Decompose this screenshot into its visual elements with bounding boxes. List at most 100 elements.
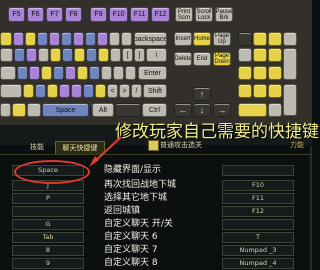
key[interactable] <box>95 84 106 98</box>
binding-key-slot-alt[interactable]: Numpad _3 <box>222 245 294 256</box>
binding-key-slot[interactable]: P <box>12 193 84 204</box>
key[interactable] <box>89 66 100 80</box>
key[interactable] <box>268 32 282 46</box>
key[interactable] <box>47 84 58 98</box>
key-space[interactable]: Space <box>42 103 89 117</box>
key-f11[interactable]: F11 <box>130 7 149 22</box>
key[interactable] <box>17 66 28 80</box>
key[interactable] <box>25 32 36 46</box>
key[interactable] <box>12 103 26 117</box>
binding-key-slot-alt[interactable]: F12 <box>222 206 294 217</box>
binding-key-slot[interactable]: G <box>12 219 84 230</box>
key[interactable] <box>0 103 11 117</box>
key[interactable] <box>83 84 94 98</box>
key[interactable] <box>268 48 282 62</box>
key[interactable] <box>29 66 40 80</box>
binding-key-slot-alt[interactable]: Numpad _4 <box>222 258 294 269</box>
key[interactable] <box>86 48 97 62</box>
key-comma[interactable]: < <box>107 84 118 98</box>
key[interactable] <box>0 84 22 98</box>
key-end[interactable]: End <box>193 52 211 66</box>
key-scroll-lock[interactable]: Scroll Lock <box>195 7 213 22</box>
binding-key-slot-alt[interactable]: T <box>222 232 294 243</box>
key-f8[interactable]: F8 <box>65 7 82 22</box>
key[interactable] <box>49 32 60 46</box>
key[interactable] <box>238 32 252 46</box>
key[interactable] <box>65 66 76 80</box>
key[interactable] <box>77 66 88 80</box>
key[interactable] <box>115 103 141 117</box>
binding-key-slot[interactable] <box>12 206 84 217</box>
key[interactable] <box>0 32 12 46</box>
key[interactable] <box>38 48 49 62</box>
key[interactable] <box>35 84 46 98</box>
key-page-down[interactable]: Page Down <box>213 52 231 66</box>
key[interactable] <box>268 66 282 80</box>
key-close-bracket[interactable]: ] <box>134 48 145 62</box>
key[interactable] <box>109 32 120 46</box>
key-down[interactable]: ↓ <box>193 103 211 117</box>
key-slash[interactable]: / <box>131 84 142 98</box>
key[interactable] <box>283 84 297 116</box>
key[interactable] <box>238 66 252 80</box>
key-page-up[interactable]: Page Up <box>213 32 231 46</box>
key[interactable] <box>13 32 24 46</box>
key[interactable] <box>121 32 132 46</box>
key[interactable] <box>27 103 41 117</box>
key[interactable] <box>53 66 64 80</box>
tab-skills[interactable]: 技能 <box>25 141 49 153</box>
key[interactable] <box>62 48 73 62</box>
key-insert[interactable]: Insert <box>174 32 192 46</box>
binding-key-slot[interactable]: Tab <box>12 232 84 243</box>
key[interactable] <box>74 48 85 62</box>
key[interactable] <box>238 103 267 117</box>
key-right[interactable]: → <box>213 103 231 117</box>
key[interactable] <box>268 84 282 98</box>
key[interactable] <box>0 66 16 80</box>
key[interactable] <box>253 66 267 80</box>
key[interactable] <box>26 48 37 62</box>
binding-key-slot-alt[interactable]: F10 <box>222 180 294 191</box>
key-f9[interactable]: F9 <box>90 7 107 22</box>
key-f6[interactable]: F6 <box>27 7 44 22</box>
key[interactable] <box>97 32 108 46</box>
key-ctrl[interactable]: Ctrl <box>142 103 167 117</box>
key-shift[interactable]: Shift <box>143 84 167 98</box>
key-pause-break[interactable]: Pause Brk <box>215 7 233 22</box>
key-f10[interactable]: F10 <box>109 7 128 22</box>
key[interactable] <box>238 84 252 98</box>
key-f5[interactable]: F5 <box>8 7 25 22</box>
binding-key-slot[interactable]: 8 <box>12 245 84 256</box>
key-open-bracket[interactable]: [ <box>122 48 133 62</box>
key[interactable] <box>253 84 267 98</box>
key-enter[interactable]: Enter <box>138 66 167 80</box>
key[interactable] <box>73 32 84 46</box>
key[interactable] <box>14 48 25 62</box>
key[interactable] <box>37 32 48 46</box>
key[interactable] <box>113 66 124 80</box>
key[interactable] <box>85 32 96 46</box>
key[interactable] <box>125 66 136 80</box>
key[interactable] <box>98 48 109 62</box>
key-f7[interactable]: F7 <box>46 7 63 22</box>
binding-key-slot-alt[interactable]: F11 <box>222 193 294 204</box>
key[interactable] <box>59 84 70 98</box>
key[interactable] <box>101 66 112 80</box>
binding-key-slot-alt[interactable] <box>222 219 294 230</box>
key-backspace[interactable]: backspace <box>134 32 167 46</box>
binding-key-slot-alt[interactable] <box>222 165 294 176</box>
key-alt[interactable]: Alt <box>92 103 114 117</box>
key[interactable] <box>268 103 282 117</box>
key[interactable] <box>283 32 297 46</box>
key[interactable] <box>41 66 52 80</box>
key-f12[interactable]: F12 <box>151 7 170 22</box>
key-left[interactable]: ← <box>174 103 192 117</box>
key-print-screen[interactable]: Print Scrn <box>175 7 193 22</box>
key[interactable] <box>253 32 267 46</box>
key-up[interactable]: ↑ <box>193 87 211 101</box>
key[interactable] <box>283 48 297 80</box>
key-home[interactable]: Home <box>193 32 211 46</box>
key[interactable] <box>23 84 34 98</box>
key[interactable] <box>50 48 61 62</box>
key[interactable] <box>71 84 82 98</box>
